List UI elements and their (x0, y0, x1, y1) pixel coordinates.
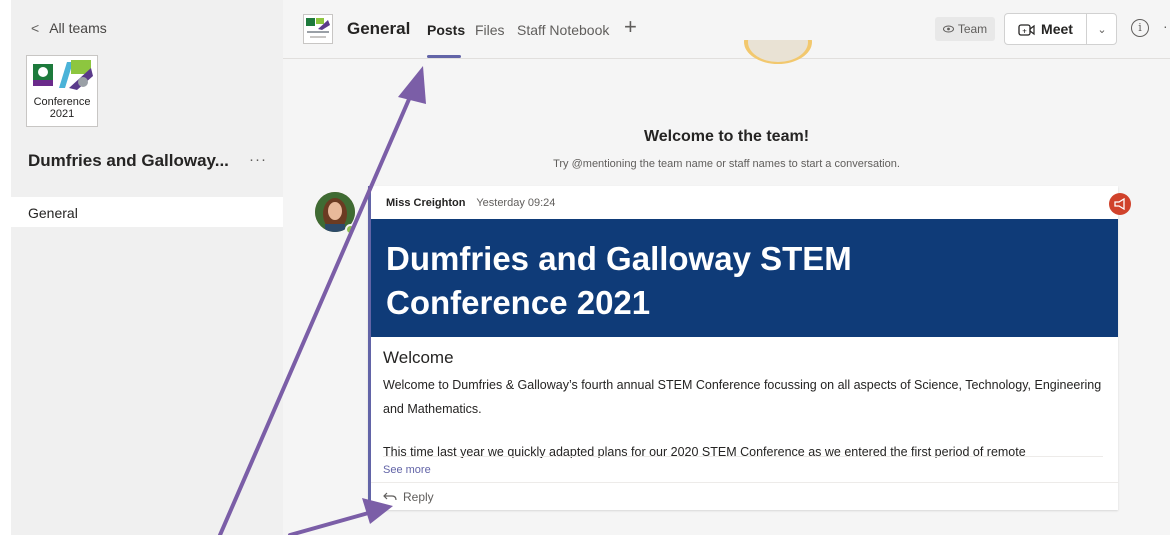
welcome-subtitle: Try @mentioning the team name or staff n… (553, 158, 900, 170)
post-meta: Miss Creighton Yesterday 09:24 (386, 197, 555, 209)
team-logo[interactable]: Conference 2021 (26, 55, 98, 127)
banner-line-1: Dumfries and Galloway STEM (386, 240, 852, 277)
presence-available-icon (345, 224, 356, 235)
reply-label: Reply (403, 490, 434, 504)
see-more-link[interactable]: See more (383, 464, 431, 476)
banner-line-2: Conference 2021 (386, 284, 651, 321)
channel-header: General Posts Files Staff Notebook + Tea… (283, 0, 1170, 59)
stem-logo-art (29, 58, 95, 94)
post-timestamp: Yesterday 09:24 (476, 197, 556, 209)
stem-logo-mini (306, 18, 330, 38)
reply-arrow-icon (383, 492, 397, 501)
meet-dropdown-button[interactable]: ⌄ (1087, 14, 1117, 44)
channel-main: General Posts Files Staff Notebook + Tea… (283, 0, 1170, 535)
channel-item-general[interactable]: General (11, 197, 283, 227)
welcome-illustration (744, 40, 812, 64)
announcement-post: Miss Creighton Yesterday 09:24 Dumfries … (368, 186, 1131, 510)
announcement-banner: Dumfries and Galloway STEM Conference 20… (371, 219, 1118, 337)
add-tab-button[interactable]: + (624, 14, 637, 40)
team-panel: < All teams Conference 2021 Dumfries and… (11, 0, 283, 535)
team-button-label: Team (957, 22, 988, 36)
tab-files[interactable]: Files (475, 22, 505, 38)
meet-label: Meet (1041, 21, 1073, 37)
channel-label: General (28, 205, 78, 221)
post-title: Welcome (383, 348, 454, 367)
team-logo-line2: 2021 (49, 108, 75, 120)
chevron-down-icon: ⌄ (1097, 23, 1107, 36)
channel-team-icon (303, 14, 333, 44)
all-teams-label: All teams (49, 20, 107, 36)
tab-staff-notebook[interactable]: Staff Notebook (517, 22, 609, 38)
post-paragraph-1: Welcome to Dumfries & Galloway’s fourth … (383, 378, 1102, 416)
info-button[interactable]: i (1131, 19, 1149, 37)
megaphone-icon (1109, 193, 1131, 215)
tab-posts[interactable]: Posts (427, 22, 465, 38)
eye-icon (942, 25, 954, 33)
team-logo-line1: Conference (33, 96, 91, 108)
chevron-left-icon: < (31, 20, 40, 36)
welcome-title: Welcome to the team! (643, 128, 810, 145)
more-options-icon[interactable]: · (1163, 18, 1168, 34)
divider (371, 482, 1118, 483)
meet-button[interactable]: + Meet (1005, 14, 1087, 44)
channel-title: General (347, 19, 411, 38)
reply-button[interactable]: Reply (383, 490, 434, 504)
team-name: Dumfries and Galloway... (28, 151, 229, 170)
svg-text:+: + (1022, 28, 1027, 35)
meet-button-group: + Meet ⌄ (1004, 13, 1117, 45)
team-button[interactable]: Team (935, 17, 995, 41)
divider (383, 456, 1103, 457)
all-teams-link[interactable]: < All teams (31, 20, 107, 36)
video-camera-icon: + (1018, 23, 1035, 36)
team-more-options-button[interactable]: ··· (249, 151, 267, 168)
active-tab-indicator (427, 55, 461, 58)
post-author[interactable]: Miss Creighton (386, 197, 465, 209)
